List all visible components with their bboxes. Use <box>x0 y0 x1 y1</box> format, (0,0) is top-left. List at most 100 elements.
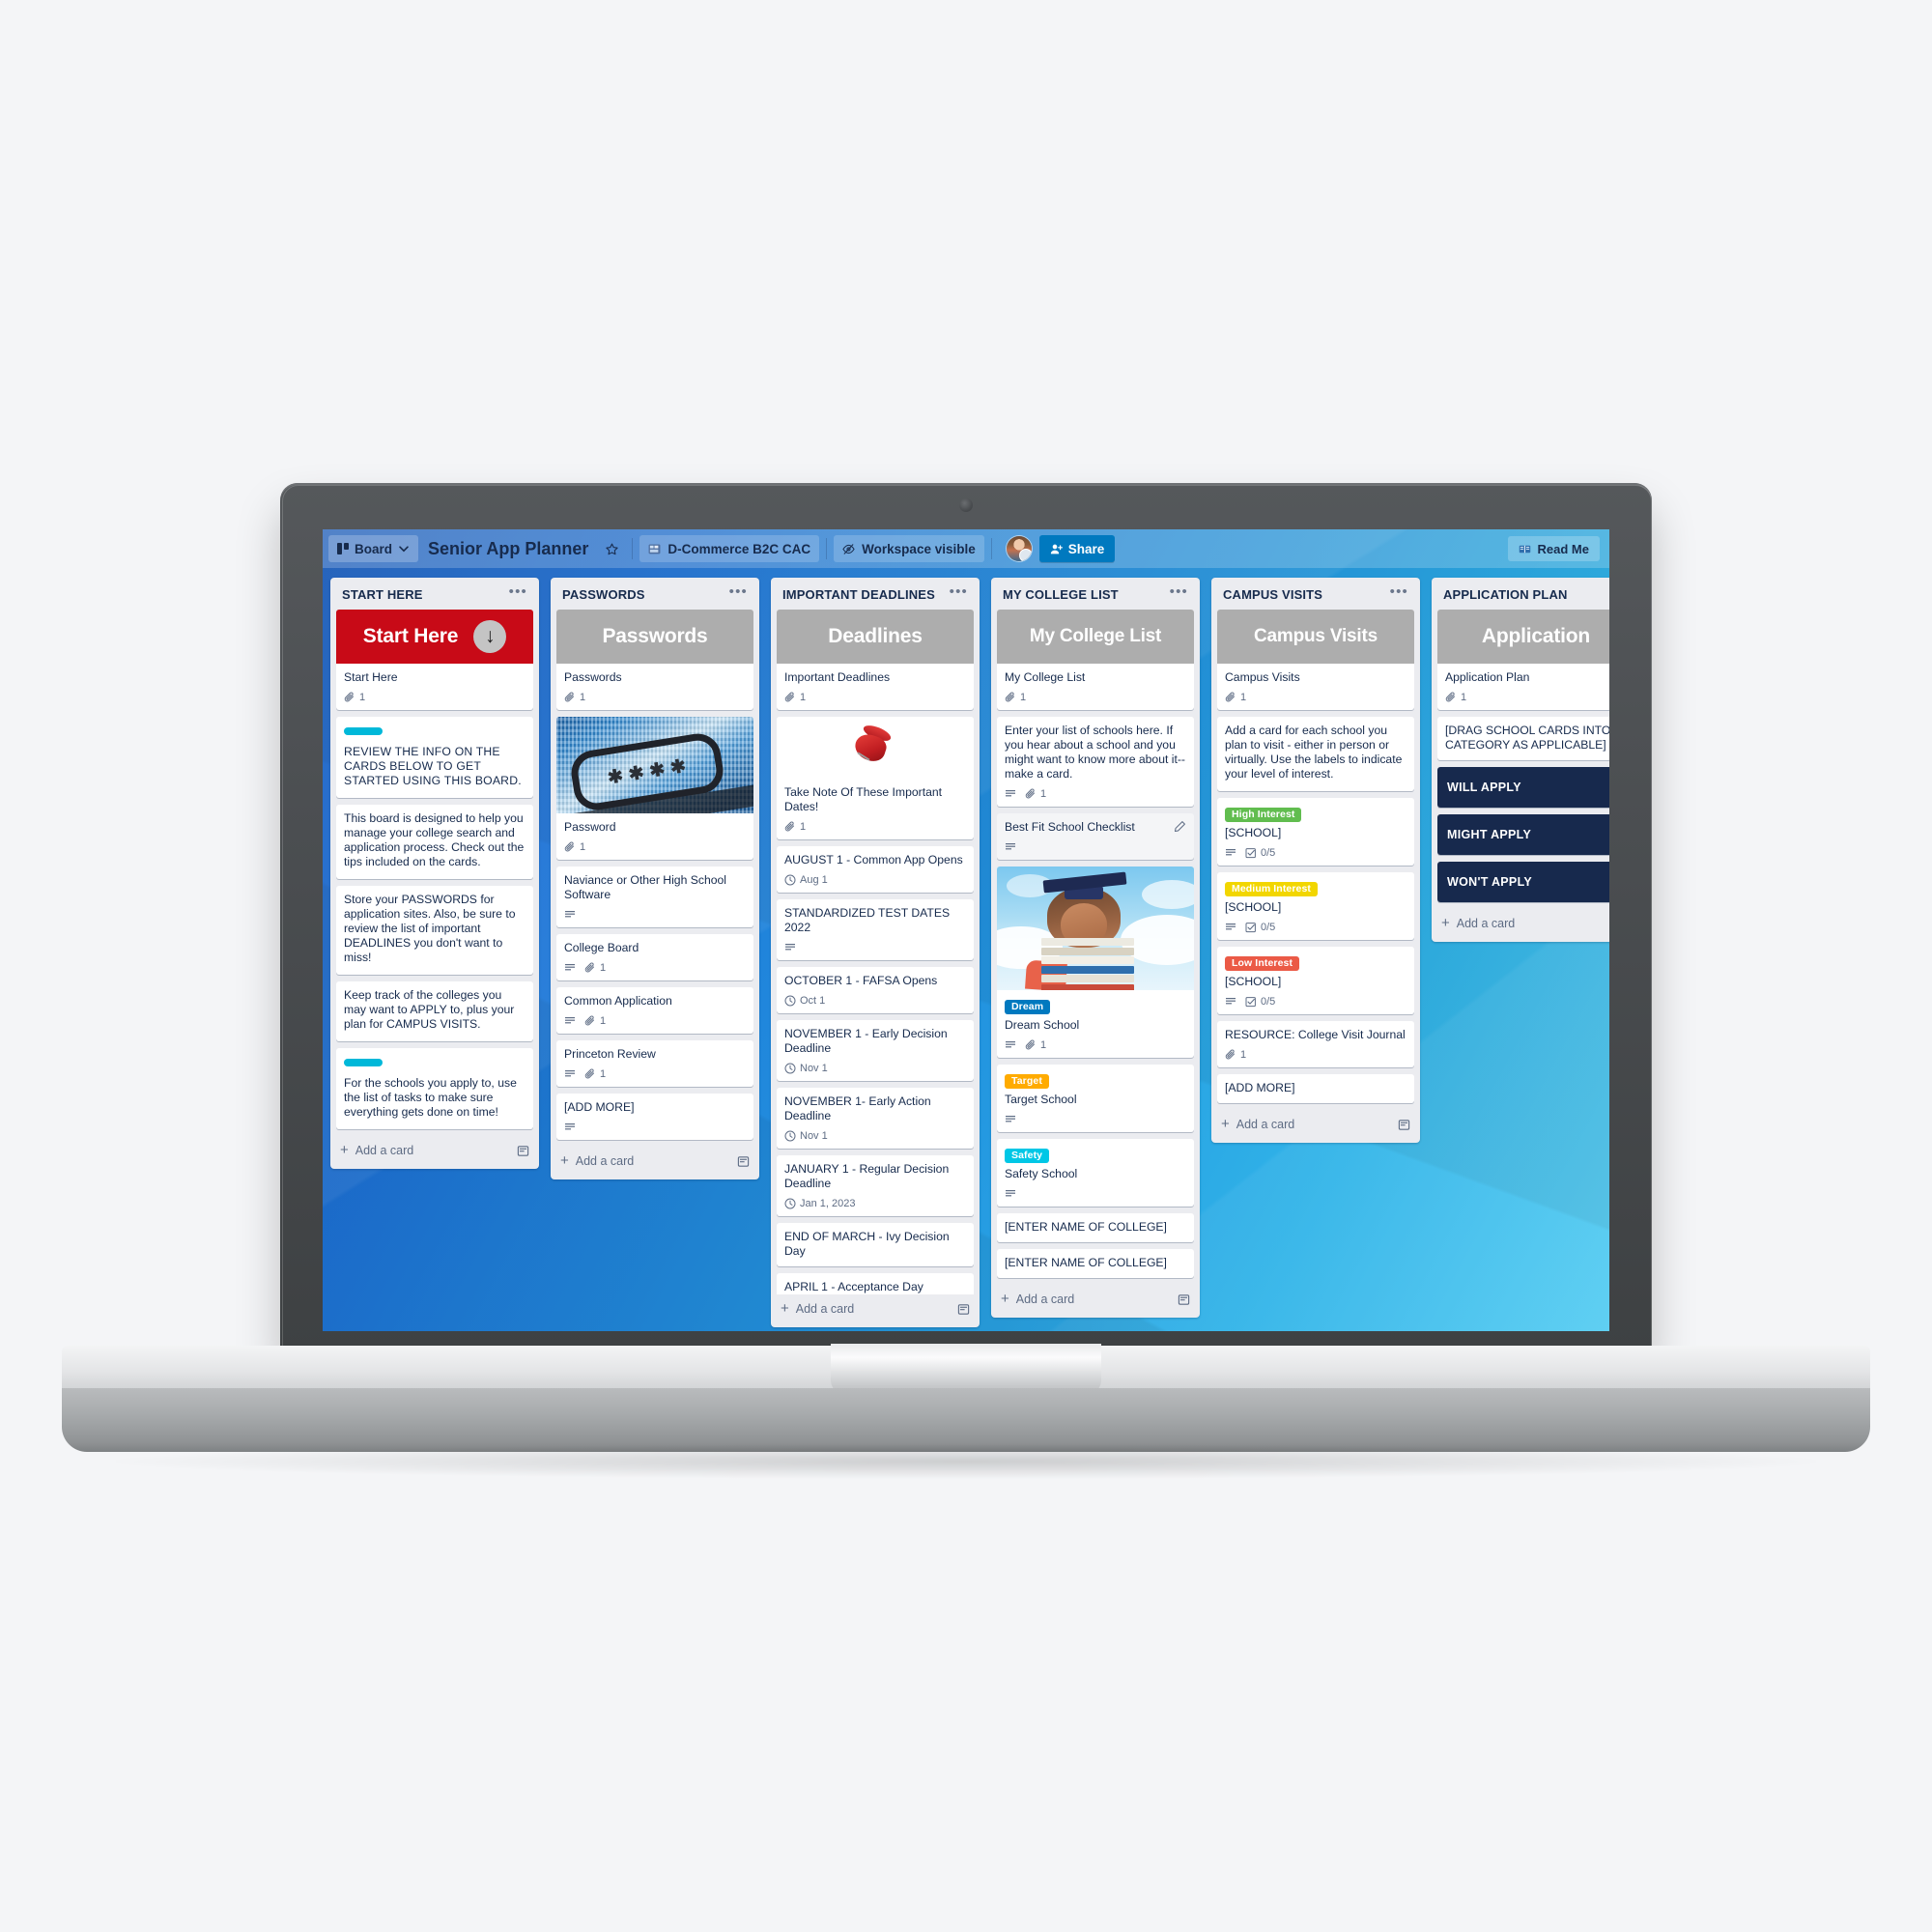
card-label-bar[interactable] <box>344 727 383 735</box>
list-my-college-list[interactable]: MY COLLEGE LIST ••• My College List My C… <box>991 578 1200 1318</box>
board-lists-container[interactable]: START HERE ••• Start Here ↓ Start Here 1… <box>323 568 1609 1331</box>
card-review-info[interactable]: REVIEW THE INFO ON THE CARDS BELOW TO GE… <box>336 717 533 798</box>
card-naviance[interactable]: Naviance or Other High School Software <box>556 867 753 927</box>
card-password[interactable]: ✱ ✱ ✱ ✱ Password 1 <box>556 717 753 860</box>
card-my-college-list-header[interactable]: My College List My College List 1 <box>997 610 1194 710</box>
card-label-bar[interactable] <box>344 1059 383 1066</box>
list-menu-icon[interactable]: ••• <box>944 584 970 602</box>
card-label[interactable]: Dream <box>1005 1000 1051 1014</box>
plus-icon: + <box>781 1300 789 1317</box>
card-board-purpose[interactable]: This board is designed to help you manag… <box>336 805 533 879</box>
card-passwords-header[interactable]: Passwords Passwords 1 <box>556 610 753 710</box>
add-card-row[interactable]: + Add a card <box>991 1285 1200 1312</box>
card-template-icon[interactable] <box>1398 1119 1410 1131</box>
due-date-badge[interactable]: Jan 1, 2023 <box>784 1198 856 1209</box>
card-january-regular-decision[interactable]: JANUARY 1 - Regular Decision Deadline Ja… <box>777 1155 974 1216</box>
list-title[interactable]: PASSWORDS <box>562 587 645 602</box>
add-card-label: Add a card <box>355 1144 414 1157</box>
card-colleges-tip[interactable]: Keep track of the colleges you may want … <box>336 981 533 1041</box>
due-date-badge[interactable]: Aug 1 <box>784 874 828 886</box>
card-enter-your-list[interactable]: Enter your list of schools here. If you … <box>997 717 1194 807</box>
avatar[interactable] <box>1006 536 1032 561</box>
card-target-school[interactable]: Target Target School <box>997 1065 1194 1132</box>
card-school-medium-interest[interactable]: Medium Interest [SCHOOL] 0/5 <box>1217 872 1414 940</box>
card-will-apply[interactable]: WILL APPLY <box>1437 767 1609 808</box>
card-november-early-action[interactable]: NOVEMBER 1- Early Action Deadline Nov 1 <box>777 1088 974 1149</box>
card-august-common-app[interactable]: AUGUST 1 - Common App Opens Aug 1 <box>777 846 974 893</box>
add-card-row[interactable]: + Add a card <box>330 1136 539 1163</box>
card-safety-school[interactable]: Safety Safety School <box>997 1139 1194 1207</box>
card-november-early-decision[interactable]: NOVEMBER 1 - Early Decision Deadline Nov… <box>777 1020 974 1081</box>
card-common-application[interactable]: Common Application 1 <box>556 987 753 1034</box>
card-application-plan-header[interactable]: Application Application Plan 1 <box>1437 610 1609 710</box>
card-wont-apply[interactable]: WON'T APPLY <box>1437 862 1609 902</box>
card-college-board[interactable]: College Board 1 <box>556 934 753 980</box>
visibility-button[interactable]: Workspace visible <box>834 535 984 562</box>
card-school-high-interest[interactable]: High Interest [SCHOOL] 0/5 <box>1217 798 1414 866</box>
list-application-plan[interactable]: APPLICATION PLAN ••• Application Applica… <box>1432 578 1609 942</box>
card-deadlines-header[interactable]: Deadlines Important Deadlines 1 <box>777 610 974 710</box>
card-best-fit-checklist[interactable]: Best Fit School Checklist <box>997 813 1194 860</box>
list-title[interactable]: IMPORTANT DEADLINES <box>782 587 935 602</box>
card-template-icon[interactable] <box>517 1145 529 1157</box>
laptop-screen: Board Senior App Planner D-Commerce B2C … <box>323 529 1609 1331</box>
list-campus-visits[interactable]: CAMPUS VISITS ••• Campus Visits Campus V… <box>1211 578 1420 1143</box>
star-icon[interactable] <box>598 535 625 562</box>
add-card-row[interactable]: + Add a card <box>771 1294 980 1321</box>
list-menu-icon[interactable]: ••• <box>1164 584 1190 602</box>
list-start-here[interactable]: START HERE ••• Start Here ↓ Start Here 1… <box>330 578 539 1169</box>
card-template-icon[interactable] <box>737 1155 750 1168</box>
card-standardized-tests[interactable]: STANDARDIZED TEST DATES 2022 <box>777 899 974 960</box>
list-important-deadlines[interactable]: IMPORTANT DEADLINES ••• Deadlines Import… <box>771 578 980 1327</box>
card-college-visit-journal[interactable]: RESOURCE: College Visit Journal 1 <box>1217 1021 1414 1067</box>
card-label[interactable]: Low Interest <box>1225 956 1300 971</box>
read-me-button[interactable]: Read Me <box>1507 536 1600 561</box>
card-badges: 1 <box>556 689 753 710</box>
due-date-badge[interactable]: Nov 1 <box>784 1063 828 1074</box>
card-dream-school[interactable]: Dream Dream School 1 <box>997 867 1194 1058</box>
board-switcher-button[interactable]: Board <box>328 535 419 562</box>
card-body: STANDARDIZED TEST DATES 2022 <box>777 899 974 939</box>
card-label[interactable]: Medium Interest <box>1225 882 1319 896</box>
card-title: Princeton Review <box>564 1047 656 1061</box>
card-visit-instructions[interactable]: Add a card for each school you plan to v… <box>1217 717 1414 791</box>
due-date-badge[interactable]: Oct 1 <box>784 995 825 1007</box>
list-menu-icon[interactable]: ••• <box>503 584 529 602</box>
card-label[interactable]: Target <box>1005 1074 1049 1089</box>
add-card-row[interactable]: + Add a card <box>1211 1110 1420 1137</box>
list-menu-icon[interactable]: ••• <box>1605 588 1609 602</box>
list-title[interactable]: START HERE <box>342 587 423 602</box>
card-drag-instructions[interactable]: [DRAG SCHOOL CARDS INTO CATEGORY AS APPL… <box>1437 717 1609 760</box>
card-add-more-visits[interactable]: [ADD MORE] <box>1217 1074 1414 1103</box>
card-template-icon[interactable] <box>1178 1293 1190 1306</box>
list-menu-icon[interactable]: ••• <box>724 584 750 602</box>
card-might-apply[interactable]: MIGHT APPLY <box>1437 814 1609 855</box>
list-passwords[interactable]: PASSWORDS ••• Passwords Passwords 1 ✱ ✱ … <box>551 578 759 1179</box>
list-title[interactable]: CAMPUS VISITS <box>1223 587 1322 602</box>
card-tasks-tip[interactable]: For the schools you apply to, use the li… <box>336 1048 533 1129</box>
card-march-ivy-day[interactable]: END OF MARCH - Ivy Decision Day <box>777 1223 974 1266</box>
card-campus-visits-header[interactable]: Campus Visits Campus Visits 1 <box>1217 610 1414 710</box>
card-princeton-review[interactable]: Princeton Review 1 <box>556 1040 753 1087</box>
card-enter-college-1[interactable]: [ENTER NAME OF COLLEGE] <box>997 1213 1194 1242</box>
due-date-badge[interactable]: Nov 1 <box>784 1130 828 1142</box>
workspace-button[interactable]: D-Commerce B2C CAC <box>639 535 820 562</box>
card-enter-college-2[interactable]: [ENTER NAME OF COLLEGE] <box>997 1249 1194 1278</box>
add-card-row[interactable]: + Add a card <box>1432 909 1609 936</box>
card-label[interactable]: Safety <box>1005 1149 1050 1163</box>
list-title[interactable]: MY COLLEGE LIST <box>1003 587 1119 602</box>
card-add-more[interactable]: [ADD MORE] <box>556 1094 753 1140</box>
share-button[interactable]: Share <box>1038 535 1116 562</box>
card-october-fafsa[interactable]: OCTOBER 1 - FAFSA Opens Oct 1 <box>777 967 974 1013</box>
card-start-here[interactable]: Start Here ↓ Start Here 1 <box>336 610 533 710</box>
card-passwords-tip[interactable]: Store your PASSWORDS for application sit… <box>336 886 533 975</box>
list-menu-icon[interactable]: ••• <box>1384 584 1410 602</box>
card-april-acceptance-day[interactable]: APRIL 1 - Acceptance Day <box>777 1273 974 1294</box>
card-label[interactable]: High Interest <box>1225 808 1302 822</box>
card-school-low-interest[interactable]: Low Interest [SCHOOL] 0/5 <box>1217 947 1414 1014</box>
pencil-icon[interactable] <box>1174 820 1186 833</box>
list-title[interactable]: APPLICATION PLAN <box>1443 587 1568 602</box>
card-template-icon[interactable] <box>957 1303 970 1316</box>
card-take-note[interactable]: Take Note Of These Important Dates! 1 <box>777 717 974 839</box>
add-card-row[interactable]: + Add a card <box>551 1147 759 1174</box>
